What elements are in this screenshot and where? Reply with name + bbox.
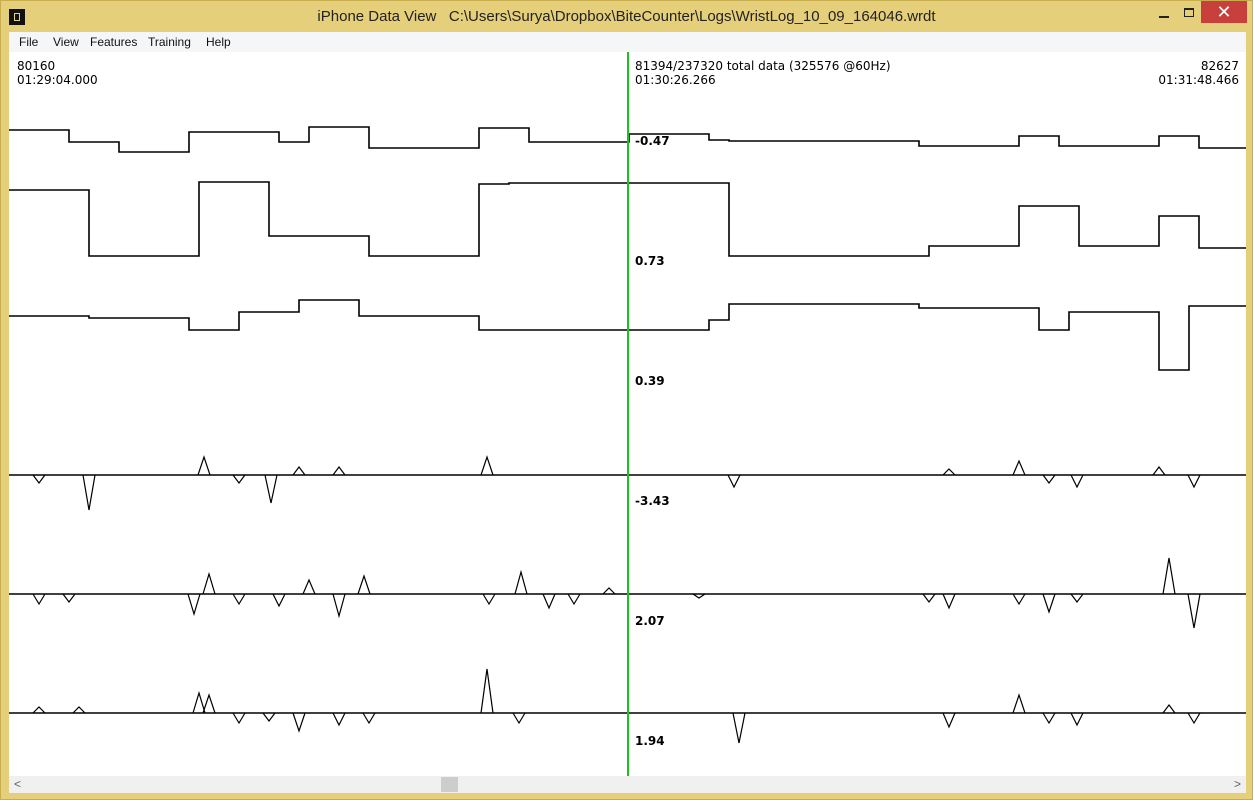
signal-spike <box>232 712 246 725</box>
menu-features[interactable]: Features <box>90 35 137 49</box>
channel-4-value: -3.43 <box>635 494 670 508</box>
signal-spike <box>1070 474 1084 489</box>
signal-spike <box>362 712 376 725</box>
signal-spike <box>1162 704 1176 714</box>
signal-spike <box>1042 712 1056 725</box>
signal-spike <box>542 593 556 610</box>
channel-3-value: 0.39 <box>635 374 665 388</box>
signal-spike <box>264 474 278 504</box>
scrollbar-thumb[interactable] <box>441 777 458 792</box>
horizontal-scrollbar[interactable]: < > <box>9 776 1246 793</box>
signal-spike <box>942 468 956 476</box>
signal-spike <box>187 593 201 617</box>
menu-help[interactable]: Help <box>206 35 231 49</box>
channel-5-value: 2.07 <box>635 614 665 628</box>
signal-spike <box>197 455 211 476</box>
center-timestamp: 01:30:26.266 <box>635 73 716 87</box>
menu-bar: File View Features Training Help <box>9 32 1246 52</box>
signal-spike <box>1012 593 1026 606</box>
signal-spike <box>292 712 306 733</box>
channel-2-value: 0.73 <box>635 254 665 268</box>
signal-spike <box>514 569 528 595</box>
signal-spike <box>727 474 741 489</box>
channel-1-value: -0.47 <box>635 134 670 148</box>
signal-spike <box>482 593 496 606</box>
menu-view[interactable]: View <box>53 35 79 49</box>
signal-spike <box>1012 693 1026 714</box>
scroll-right-arrow-icon[interactable]: > <box>1229 776 1246 793</box>
signal-spike <box>332 712 346 727</box>
channel-6-value: 1.94 <box>635 734 665 748</box>
signal-spike <box>1187 712 1201 725</box>
left-timestamp: 01:29:04.000 <box>17 73 98 87</box>
title-bar[interactable]: iPhone Data View C:\Users\Surya\Dropbox\… <box>1 1 1252 32</box>
signal-spike <box>32 474 46 484</box>
signal-spike <box>602 587 616 595</box>
signal-spike <box>232 474 246 484</box>
signal-spike <box>192 690 206 714</box>
signal-spike <box>1070 593 1084 603</box>
signal-spike <box>292 466 306 476</box>
app-window: iPhone Data View C:\Users\Surya\Dropbox\… <box>0 0 1253 800</box>
signal-spike <box>1012 459 1026 476</box>
signal-spike <box>232 593 246 606</box>
signal-spike <box>62 593 76 603</box>
maximize-icon <box>1184 8 1194 17</box>
signal-spike <box>82 474 96 511</box>
signal-spike <box>262 712 276 722</box>
menu-training[interactable]: Training <box>148 35 191 49</box>
scroll-left-arrow-icon[interactable]: < <box>9 776 26 793</box>
signal-spike <box>1042 474 1056 484</box>
signal-spike <box>332 593 346 619</box>
signal-spike <box>942 593 956 610</box>
signal-spike <box>1042 593 1056 614</box>
time-cursor-line[interactable] <box>627 52 629 776</box>
right-timestamp: 01:31:48.466 <box>1158 73 1239 87</box>
right-sample-index: 82627 <box>1200 59 1239 73</box>
menu-file[interactable]: File <box>19 35 38 49</box>
signal-spike <box>567 593 581 606</box>
signal-spike <box>72 706 86 714</box>
signal-spike <box>302 578 316 595</box>
signal-spike <box>1152 466 1166 476</box>
signal-spike <box>1070 712 1084 727</box>
signal-spike <box>480 668 494 714</box>
signal-spike <box>357 574 371 595</box>
signal-spike <box>1162 557 1176 595</box>
signal-spike <box>332 466 346 476</box>
signal-spike <box>1187 593 1201 629</box>
signal-plot-area[interactable]: 80160 01:29:04.000 81394/237320 total da… <box>9 52 1246 776</box>
signal-spike <box>272 593 286 608</box>
minimize-icon <box>1159 16 1169 18</box>
signal-spike <box>480 455 494 476</box>
left-sample-index: 80160 <box>17 59 56 73</box>
signal-spike <box>1187 474 1201 489</box>
close-button[interactable]: ✕ <box>1201 1 1247 23</box>
signal-spike <box>202 571 216 595</box>
signal-spike <box>32 593 46 606</box>
close-icon: ✕ <box>1216 2 1232 22</box>
signal-spike <box>922 593 936 603</box>
signal-spike <box>32 706 46 714</box>
window-title: iPhone Data View C:\Users\Surya\Dropbox\… <box>317 8 936 25</box>
signal-spike <box>512 712 526 725</box>
signal-spike <box>732 712 746 744</box>
signal-spike <box>942 712 956 729</box>
center-data-info: 81394/237320 total data (325576 @60Hz) <box>635 59 891 73</box>
